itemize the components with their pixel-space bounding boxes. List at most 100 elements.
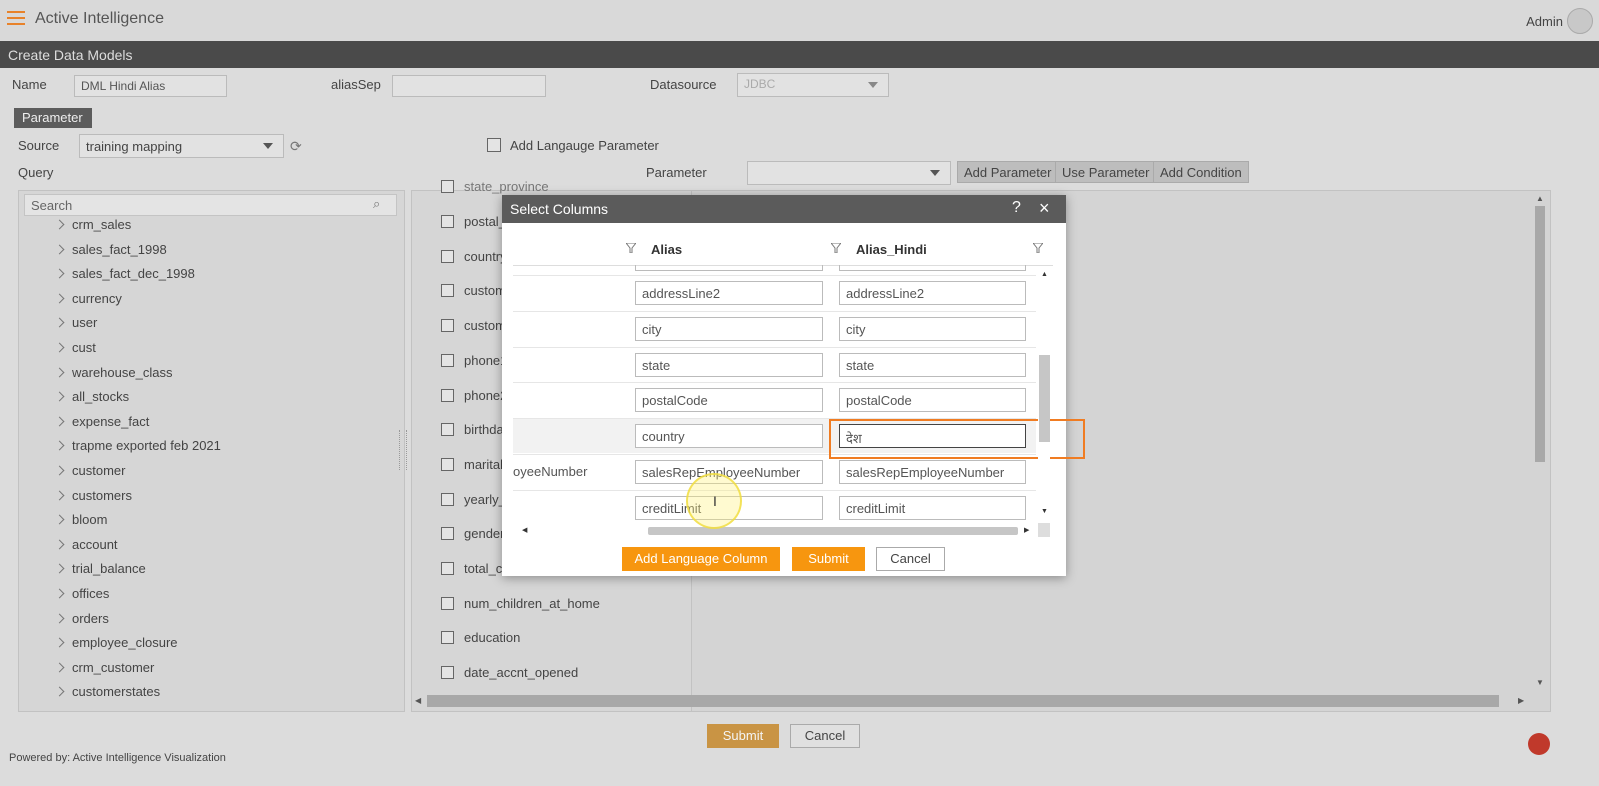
column-header-alias-hindi[interactable]: Alias_Hindi [856, 242, 927, 257]
splitter-handle[interactable] [399, 430, 407, 470]
use-parameter-button[interactable]: Use Parameter [1055, 161, 1157, 183]
submit-button[interactable]: Submit [707, 724, 779, 748]
tree-item[interactable]: trial_balance [54, 561, 146, 576]
checkbox[interactable] [441, 562, 454, 575]
list-item[interactable]: num_children_at_home [441, 596, 600, 611]
chevron-right-icon[interactable] [54, 465, 65, 476]
list-item[interactable]: date_accnt_opened [441, 665, 578, 680]
list-item[interactable]: custom [441, 318, 506, 333]
tree-item[interactable]: cust [54, 340, 96, 355]
tree-item[interactable]: employee_closure [54, 635, 178, 650]
alias-input[interactable]: postalCode [635, 388, 823, 413]
alias-input[interactable]: addressLine2 [635, 281, 823, 305]
alias-input[interactable]: city [635, 316, 823, 341]
hamburger-menu-icon[interactable] [7, 11, 25, 27]
tree-item[interactable]: sales_fact_dec_1998 [54, 266, 195, 281]
chevron-right-icon[interactable] [54, 662, 65, 673]
list-item[interactable]: phone1 [441, 353, 507, 368]
chevron-right-icon[interactable] [54, 440, 65, 451]
chat-icon[interactable] [1528, 733, 1550, 755]
help-icon[interactable]: ? [1012, 199, 1021, 217]
tree-item[interactable]: customers [54, 488, 132, 503]
dialog-cancel-button[interactable]: Cancel [876, 547, 945, 571]
close-icon[interactable]: × [1039, 198, 1050, 219]
checkbox[interactable] [441, 388, 454, 402]
chevron-right-icon[interactable] [54, 539, 65, 550]
tree-item[interactable]: sales_fact_1998 [54, 242, 167, 257]
alias-hindi-input[interactable]: addressLine2 [839, 281, 1026, 305]
grid-horizontal-scroll-thumb[interactable] [648, 527, 1018, 535]
tree-item[interactable]: bloom [54, 512, 107, 527]
chevron-right-icon[interactable] [54, 637, 65, 648]
scroll-left-icon[interactable]: ◀ [415, 696, 421, 705]
tree-item[interactable]: expense_fact [54, 414, 149, 429]
list-item[interactable]: country [441, 249, 507, 264]
list-item[interactable]: marital [441, 457, 503, 472]
list-item[interactable]: postal_ [441, 214, 506, 229]
list-item[interactable]: state_province [441, 179, 549, 194]
chevron-right-icon[interactable] [54, 219, 65, 230]
chevron-right-icon[interactable] [54, 613, 65, 624]
scroll-down-icon[interactable]: ▼ [1536, 678, 1544, 687]
search-icon[interactable]: ⌕ [373, 196, 380, 212]
scroll-right-icon[interactable]: ▶ [1518, 696, 1524, 705]
tree-item[interactable]: warehouse_class [54, 365, 172, 380]
tree-item[interactable]: user [54, 315, 97, 330]
chevron-right-icon[interactable] [54, 268, 65, 279]
checkbox[interactable] [441, 353, 454, 367]
list-item[interactable]: custom [441, 283, 506, 298]
tree-item[interactable]: customer [54, 463, 125, 478]
scroll-up-icon[interactable]: ▲ [1536, 194, 1544, 203]
checkbox[interactable] [441, 423, 454, 437]
list-item[interactable]: total_c [441, 561, 502, 576]
add-condition-button[interactable]: Add Condition [1153, 161, 1249, 183]
chevron-right-icon[interactable] [54, 293, 65, 304]
list-item[interactable]: phone2 [441, 388, 507, 403]
datasource-select[interactable]: JDBC [737, 73, 889, 97]
filter-icon[interactable] [626, 243, 636, 253]
scroll-left-icon[interactable]: ◀ [522, 526, 527, 534]
vertical-scrollbar[interactable] [1535, 206, 1545, 462]
chevron-right-icon[interactable] [54, 588, 65, 599]
column-header-alias[interactable]: Alias [651, 242, 682, 257]
tree-item[interactable]: account [54, 537, 118, 552]
tree-item[interactable]: orders [54, 611, 109, 626]
scroll-right-icon[interactable]: ▶ [1024, 526, 1029, 534]
add-language-column-button[interactable]: Add Language Column [622, 547, 780, 571]
filter-icon[interactable] [831, 243, 841, 253]
list-item[interactable]: birthda [441, 422, 504, 437]
tree-item[interactable]: trapme exported feb 2021 [54, 438, 221, 453]
chevron-right-icon[interactable] [54, 490, 65, 501]
user-name[interactable]: Admin [1526, 14, 1563, 29]
search-input[interactable]: Search [24, 194, 397, 216]
refresh-icon[interactable]: ⟳ [290, 138, 302, 155]
tab-parameter[interactable]: Parameter [14, 108, 92, 128]
tree-item[interactable]: offices [54, 586, 109, 601]
cancel-button[interactable]: Cancel [790, 724, 860, 748]
chevron-right-icon[interactable] [54, 244, 65, 255]
add-parameter-button[interactable]: Add Parameter [957, 161, 1059, 183]
list-item[interactable]: gender [441, 526, 504, 541]
checkbox[interactable] [441, 319, 454, 333]
avatar[interactable] [1567, 8, 1593, 34]
chevron-right-icon[interactable] [54, 686, 65, 697]
parameter-select[interactable] [747, 161, 951, 185]
chevron-right-icon[interactable] [54, 367, 65, 378]
chevron-right-icon[interactable] [54, 391, 65, 402]
checkbox[interactable] [441, 492, 454, 506]
grid-vertical-scroll-thumb[interactable] [1039, 355, 1050, 442]
checkbox[interactable] [441, 631, 454, 645]
checkbox[interactable] [441, 596, 454, 610]
tree-item[interactable]: crm_sales [54, 217, 131, 232]
source-select[interactable]: training mapping [79, 134, 284, 158]
horizontal-scrollbar[interactable] [427, 695, 1499, 707]
checkbox[interactable] [441, 180, 454, 193]
scroll-up-icon[interactable]: ▲ [1041, 271, 1048, 278]
checkbox[interactable] [441, 457, 454, 471]
list-item[interactable]: yearly_ [441, 492, 506, 507]
alias-hindi-input[interactable]: state [839, 352, 1026, 377]
alias-input[interactable]: state [635, 352, 823, 377]
tree-item[interactable]: all_stocks [54, 389, 129, 404]
checkbox[interactable] [441, 215, 454, 228]
chevron-right-icon[interactable] [54, 342, 65, 353]
